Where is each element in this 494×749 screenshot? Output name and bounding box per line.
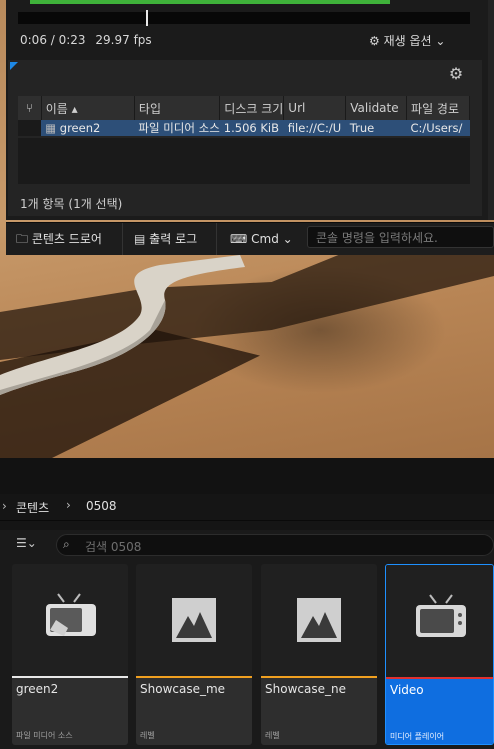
playback-timeline[interactable]: [18, 12, 470, 24]
cell-path: C:/Users/: [406, 120, 470, 136]
toolbar-divider: [122, 223, 123, 255]
asset-tile-showcase-me[interactable]: Showcase_me 레벨: [136, 564, 252, 745]
column-header-name[interactable]: 이름 ▴: [41, 96, 135, 120]
chevron-right-icon[interactable]: ›: [2, 499, 7, 513]
content-drawer-label: 콘텐츠 드로어: [31, 232, 102, 246]
hierarchy-icon[interactable]: ⑂: [18, 96, 42, 120]
table-row[interactable]: ▦ green2 파일 미디어 소스 1.506 KiB file://C:/U…: [18, 120, 470, 136]
panel-corner-marker: [10, 62, 18, 70]
time-readout: 0:06 / 0:23 29.97 fps: [20, 33, 152, 47]
cmd-label: Cmd: [251, 232, 279, 246]
tv-icon: [416, 594, 466, 637]
column-header-size[interactable]: 디스크 크기: [219, 96, 285, 120]
asset-name: Video: [390, 683, 424, 697]
cmd-dropdown[interactable]: ⌨ Cmd ⌄: [230, 223, 293, 255]
column-header-path[interactable]: 파일 경로: [406, 96, 470, 120]
breadcrumb-content[interactable]: 콘텐츠: [16, 499, 49, 516]
asset-tile-video[interactable]: Video 미디어 플레이어: [385, 564, 494, 745]
playback-indicator: [30, 0, 390, 4]
column-header-type[interactable]: 타입: [134, 96, 221, 120]
row-name: green2: [59, 121, 101, 135]
asset-thumbnail: [386, 565, 493, 677]
search-icon: ⌕: [63, 537, 70, 551]
content-browser-top-strip: [0, 458, 494, 494]
item-count-summary: 1개 항목 (1개 선택): [20, 197, 123, 211]
cell-name: ▦ green2: [41, 120, 135, 136]
asset-type: 미디어 플레이어: [390, 732, 445, 741]
column-header-url[interactable]: Url: [283, 96, 347, 120]
chevron-down-icon: ⌄: [435, 34, 446, 48]
search-placeholder: 검색 0508: [85, 540, 142, 554]
log-icon: ▤: [134, 232, 146, 246]
level-icon: [172, 598, 216, 642]
cell-type: 파일 미디어 소스: [134, 120, 220, 136]
asset-type: 레벨: [140, 731, 155, 740]
console-placeholder: 콘솔 명령을 입력하세요.: [316, 231, 438, 245]
asset-type: 파일 미디어 소스: [16, 731, 73, 740]
fps-readout: 29.97 fps: [95, 33, 152, 47]
media-file-icon: ▦: [45, 121, 57, 135]
console-input[interactable]: 콘솔 명령을 입력하세요.: [307, 226, 494, 248]
media-table: ⑂ 이름 ▴ 타입 디스크 크기 Url Validate 파일 경로 ▦ gr…: [18, 96, 470, 136]
playhead[interactable]: [146, 10, 148, 26]
level-icon: [297, 598, 341, 642]
filter-icon[interactable]: ☰⌄: [16, 536, 37, 550]
media-list-empty-area: [18, 138, 470, 184]
column-name-label: 이름: [45, 101, 68, 116]
playback-options-button[interactable]: ⚙ 재생 옵션 ⌄: [369, 32, 445, 49]
cell-url: file://C:/U: [283, 120, 346, 136]
column-header-validate[interactable]: Validate: [345, 96, 408, 120]
breadcrumb: › 콘텐츠 › 0508: [0, 494, 494, 521]
curved-wall: [0, 255, 245, 395]
cell-validate: True: [345, 120, 407, 136]
content-drawer-button[interactable]: 🗀 콘텐츠 드로어: [16, 223, 102, 255]
folder-icon: 🗀: [16, 232, 29, 246]
asset-thumbnail: [261, 564, 377, 676]
output-log-button[interactable]: ▤ 출력 로그: [134, 223, 197, 255]
tv-media-source-icon: [46, 593, 96, 636]
chevron-down-icon: ⌄: [282, 232, 293, 246]
asset-name: green2: [16, 682, 59, 696]
toolbar-divider: [216, 223, 217, 255]
settings-gear-icon[interactable]: ⚙: [446, 64, 466, 84]
asset-tile-green2[interactable]: green2 파일 미디어 소스: [12, 564, 128, 745]
asset-name: Showcase_ne: [265, 682, 346, 696]
asset-tile-showcase-ne[interactable]: Showcase_ne 레벨: [261, 564, 377, 745]
output-log-label: 출력 로그: [149, 232, 198, 246]
asset-name: Showcase_me: [140, 682, 226, 696]
search-input[interactable]: ⌕ 검색 0508: [56, 534, 494, 556]
breadcrumb-folder[interactable]: 0508: [86, 499, 117, 513]
asset-thumbnail: [136, 564, 252, 676]
terminal-icon: ⌨: [230, 232, 248, 246]
playback-time: 0:06 / 0:23: [20, 33, 86, 47]
gear-icon: ⚙: [369, 34, 380, 48]
asset-thumbnail: [12, 564, 128, 676]
cell-size: 1.506 KiB: [219, 120, 284, 136]
asset-type: 레벨: [265, 731, 280, 740]
chevron-right-icon: ›: [66, 498, 71, 512]
playback-options-label: 재생 옵션: [383, 34, 432, 48]
